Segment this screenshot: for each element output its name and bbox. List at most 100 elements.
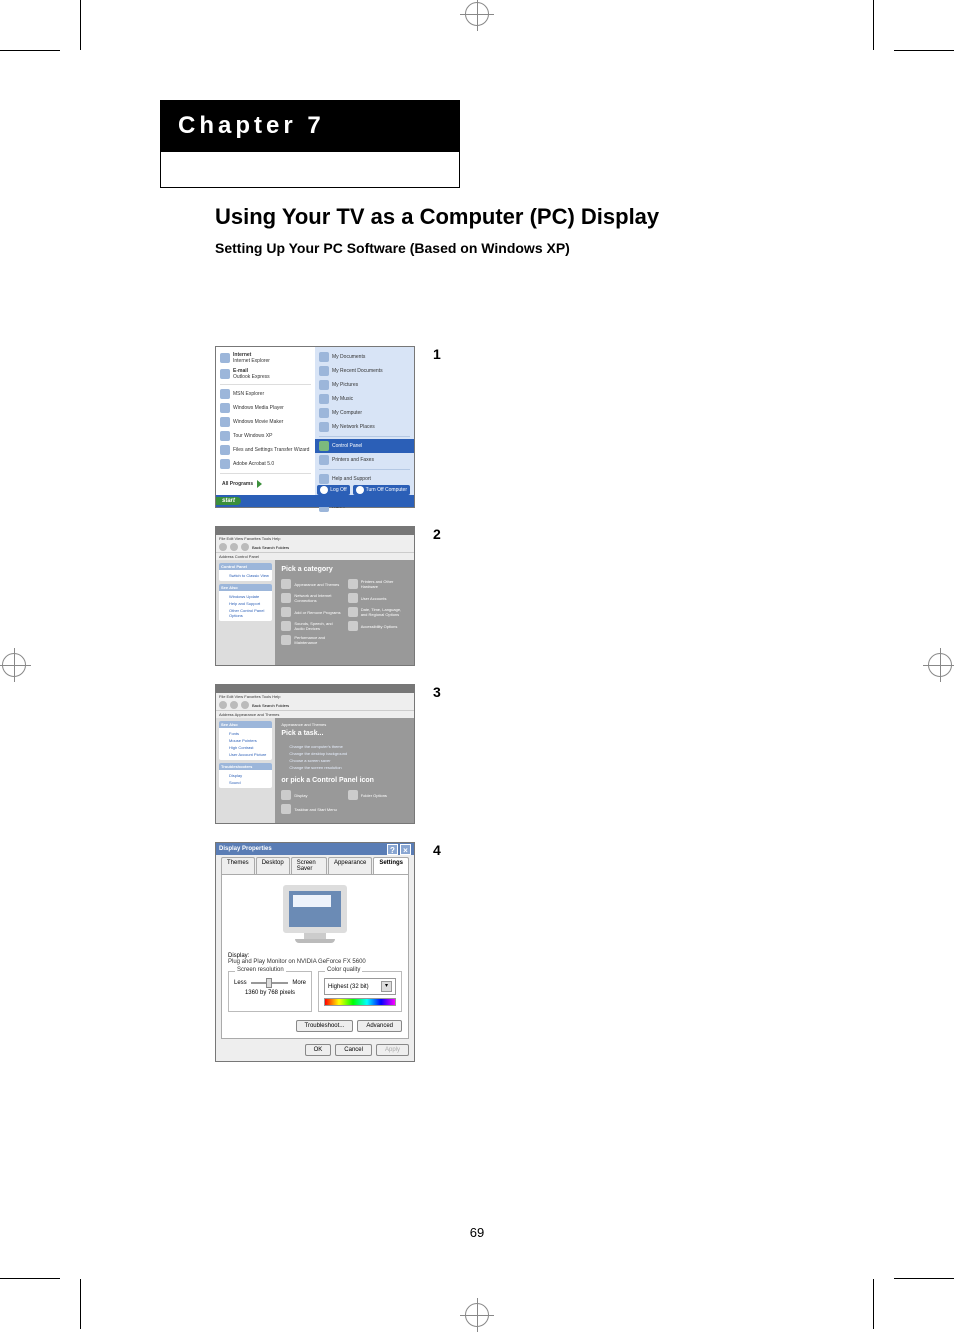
- troubleshoot-button[interactable]: Troubleshoot...: [296, 1020, 354, 1032]
- cat-sounds[interactable]: Sounds, Speech, and Audio Devices: [281, 621, 341, 631]
- toolbar: Back Search Folders: [216, 542, 414, 552]
- slider-thumb[interactable]: [266, 978, 272, 988]
- start-item-internet[interactable]: InternetInternet Explorer: [216, 350, 315, 366]
- back-icon[interactable]: [219, 543, 227, 551]
- start-item-email[interactable]: E-mailOutlook Express: [216, 366, 315, 382]
- turnoff-button[interactable]: Turn Off Computer: [353, 485, 410, 495]
- chapter-heading-block: Chapter 7: [160, 100, 460, 188]
- step-4: Display Properties ? × Themes Desktop Sc…: [215, 842, 755, 1062]
- side-link[interactable]: Help and Support: [221, 600, 270, 607]
- folder-icon: [319, 380, 329, 390]
- resolution-slider[interactable]: Less More: [234, 980, 306, 986]
- cat-datetime[interactable]: Date, Time, Language, and Regional Optio…: [348, 607, 408, 617]
- switch-classic-link[interactable]: Switch to Classic View: [221, 572, 270, 579]
- cat-performance[interactable]: Performance and Maintenance: [281, 635, 341, 645]
- tab-appearance[interactable]: Appearance: [328, 857, 372, 874]
- apply-button[interactable]: Apply: [376, 1044, 409, 1056]
- start-item[interactable]: Tour Windows XP: [216, 429, 315, 443]
- side-link[interactable]: Display: [221, 772, 270, 779]
- menu-bar[interactable]: File Edit View Favorites Tools Help: [216, 693, 414, 700]
- cancel-button[interactable]: Cancel: [335, 1044, 372, 1056]
- network-icon: [319, 422, 329, 432]
- programs-icon: [281, 607, 291, 617]
- forward-icon[interactable]: [230, 701, 238, 709]
- side-link[interactable]: Sound: [221, 779, 270, 786]
- screenshot-appearance-themes: File Edit View Favorites Tools Help Back…: [215, 684, 415, 824]
- resolution-value: 1360 by 768 pixels: [234, 990, 306, 996]
- registration-mark-left: [2, 653, 26, 677]
- start-item[interactable]: Files and Settings Transfer Wizard: [216, 443, 315, 457]
- cat-printers[interactable]: Printers and Other Hardware: [348, 579, 408, 589]
- forward-icon[interactable]: [230, 543, 238, 551]
- task-link[interactable]: Change the screen resolution: [281, 764, 408, 771]
- folder-icon: [348, 790, 358, 800]
- monitor-preview: [283, 885, 347, 943]
- start-item[interactable]: Adobe Acrobat 5.0: [216, 457, 315, 471]
- tab-settings[interactable]: Settings: [373, 857, 409, 874]
- start-item[interactable]: Windows Movie Maker: [216, 415, 315, 429]
- step-1: InternetInternet Explorer E-mailOutlook …: [215, 346, 755, 508]
- side-panel-see-also: See Also Fonts Mouse Pointers High Contr…: [219, 721, 272, 760]
- address-bar[interactable]: Address Appearance and Themes: [216, 710, 414, 718]
- start-item[interactable]: My Pictures: [315, 378, 414, 392]
- cat-accessibility[interactable]: Accessibility Options: [348, 621, 408, 631]
- side-link[interactable]: User Account Picture: [221, 751, 270, 758]
- task-link[interactable]: Choose a screen saver: [281, 757, 408, 764]
- cp-icon-folder-options[interactable]: Folder Options: [348, 790, 408, 800]
- network-icon: [281, 593, 291, 603]
- cat-appearance[interactable]: Appearance and Themes: [281, 579, 341, 589]
- side-link[interactable]: Windows Update: [221, 593, 270, 600]
- accessibility-icon: [348, 621, 358, 631]
- step-number-4: 4: [433, 842, 441, 858]
- step-number-3: 3: [433, 684, 441, 700]
- side-panel-troubleshooters: Troubleshooters Display Sound: [219, 763, 272, 788]
- start-item[interactable]: Windows Media Player: [216, 401, 315, 415]
- start-item[interactable]: My Recent Documents: [315, 364, 414, 378]
- start-item[interactable]: MSN Explorer: [216, 387, 315, 401]
- ok-button[interactable]: OK: [305, 1044, 332, 1056]
- printer-icon: [319, 455, 329, 465]
- start-item-control-panel[interactable]: Control Panel: [315, 439, 414, 453]
- cp-icon-display[interactable]: Display: [281, 790, 341, 800]
- address-bar[interactable]: Address Control Panel: [216, 552, 414, 560]
- tab-desktop[interactable]: Desktop: [256, 857, 290, 874]
- close-button[interactable]: ×: [400, 844, 411, 855]
- display-icon: [281, 790, 291, 800]
- advanced-button[interactable]: Advanced: [357, 1020, 402, 1032]
- display-text: Plug and Play Monitor on NVIDIA GeForce …: [228, 959, 402, 965]
- task-link[interactable]: Change the desktop background: [281, 750, 408, 757]
- cat-addremove[interactable]: Add or Remove Programs: [281, 607, 341, 617]
- up-icon[interactable]: [241, 543, 249, 551]
- app-icon: [220, 431, 230, 441]
- start-item-mydocs[interactable]: My Documents: [315, 350, 414, 364]
- back-icon[interactable]: [219, 701, 227, 709]
- tab-screen-saver[interactable]: Screen Saver: [291, 857, 327, 874]
- cat-network[interactable]: Network and Internet Connections: [281, 593, 341, 603]
- start-item[interactable]: Help and Support: [315, 472, 414, 486]
- cp-icon-taskbar[interactable]: Taskbar and Start Menu: [281, 804, 341, 814]
- side-link[interactable]: Fonts: [221, 730, 270, 737]
- menu-bar[interactable]: File Edit View Favorites Tools Help: [216, 535, 414, 542]
- start-item[interactable]: Printers and Faxes: [315, 453, 414, 467]
- up-icon[interactable]: [241, 701, 249, 709]
- side-panel-control-panel: Control Panel Switch to Classic View: [219, 563, 272, 581]
- help-button[interactable]: ?: [387, 844, 398, 855]
- app-icon: [220, 403, 230, 413]
- start-item[interactable]: My Computer: [315, 406, 414, 420]
- side-link[interactable]: Other Control Panel Options: [221, 607, 270, 619]
- resolution-legend: Screen resolution: [235, 967, 286, 973]
- side-link[interactable]: High Contrast: [221, 744, 270, 751]
- folder-icon: [319, 366, 329, 376]
- start-item[interactable]: My Music: [315, 392, 414, 406]
- cat-users[interactable]: User Accounts: [348, 593, 408, 603]
- all-programs[interactable]: All Programs: [216, 476, 315, 492]
- start-button[interactable]: start: [216, 497, 241, 505]
- tab-themes[interactable]: Themes: [221, 857, 255, 874]
- power-icon: [356, 486, 364, 494]
- color-quality-select[interactable]: Highest (32 bit) ▾: [324, 978, 396, 995]
- side-link[interactable]: Mouse Pointers: [221, 737, 270, 744]
- logoff-icon: [320, 486, 328, 494]
- logoff-button[interactable]: Log Off: [317, 485, 349, 495]
- start-item[interactable]: My Network Places: [315, 420, 414, 434]
- task-link[interactable]: Change the computer's theme: [281, 743, 408, 750]
